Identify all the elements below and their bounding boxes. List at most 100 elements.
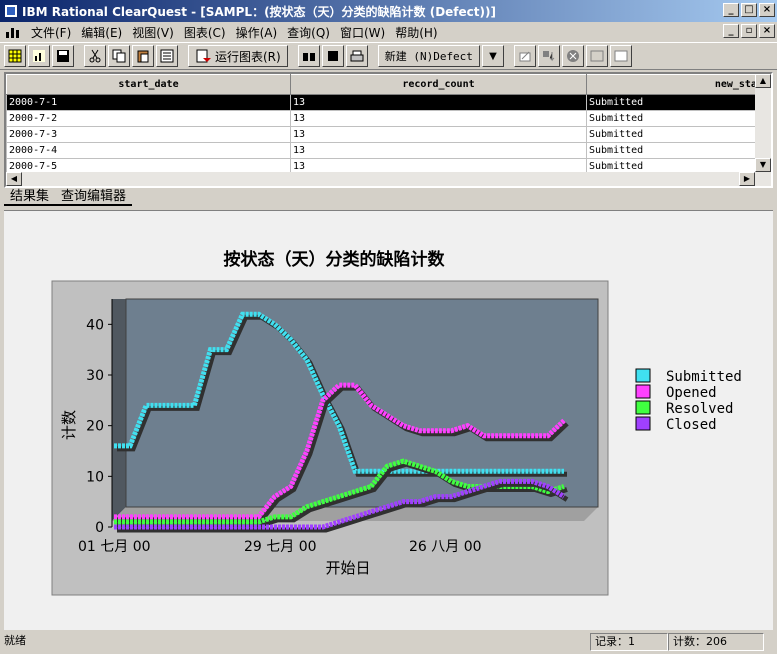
- scroll-left-icon[interactable]: ◀: [6, 172, 22, 186]
- table-row[interactable]: 2000-7-2 13 Submitted: [6, 110, 770, 127]
- window-title: IBM Rational ClearQuest - [SAMPL：(按状态（天）…: [22, 4, 496, 19]
- legend-label: Closed: [666, 417, 717, 433]
- cell-new-state: Submitted: [586, 126, 770, 143]
- paste-icon: [137, 50, 149, 63]
- scroll-down-icon[interactable]: ▼: [755, 158, 771, 172]
- open-button[interactable]: [28, 45, 50, 67]
- legend-label: Resolved: [666, 401, 733, 417]
- table-row[interactable]: 2000-7-1 13 Submitted: [6, 94, 770, 111]
- edit-icon: [519, 51, 531, 62]
- y-tick-label: 30: [86, 368, 104, 384]
- cell-start-date: 2000-7-3: [6, 126, 291, 143]
- close-button[interactable]: ×: [759, 3, 775, 17]
- new-query-button[interactable]: [4, 45, 26, 67]
- modify-button[interactable]: [513, 45, 536, 67]
- toolbar: 运行图表(R) 新建 (N)Defect ▼: [0, 42, 777, 70]
- scroll-right-icon[interactable]: ▶: [739, 172, 755, 186]
- y-tick-label: 10: [86, 469, 104, 485]
- table-row[interactable]: 2000-7-4 13 Submitted: [6, 142, 770, 159]
- legend-swatch: [635, 384, 651, 399]
- status-record: 记录：1: [590, 633, 668, 651]
- new-record-label: 新建 (N)Defect: [384, 50, 473, 63]
- y-tick-label: 0: [95, 520, 104, 536]
- cell-record-count: 13: [290, 142, 587, 159]
- cell-new-state: Submitted: [586, 94, 770, 111]
- menu-query[interactable]: 查询(Q): [282, 24, 335, 41]
- legend-label: Opened: [666, 385, 717, 401]
- copy-button[interactable]: [108, 45, 130, 67]
- x-axis-label: 开始日: [325, 559, 370, 577]
- table-row[interactable]: 2000-7-3 13 Submitted: [6, 126, 770, 143]
- result-table: start_date record_count new_state 2000-7…: [6, 74, 770, 175]
- floppy-icon: [57, 50, 69, 62]
- tab-bar: 结果集 查询编辑器: [4, 188, 133, 206]
- cut-button[interactable]: [84, 45, 106, 67]
- chart-title: 按状态（天）分类的缺陷计数: [224, 249, 446, 270]
- mdi-restore-button[interactable]: ▫: [741, 24, 757, 38]
- result-grid[interactable]: start_date record_count new_state 2000-7…: [4, 72, 773, 188]
- window-button[interactable]: [609, 45, 632, 67]
- col-header-start-date[interactable]: start_date: [6, 74, 291, 95]
- paste-button[interactable]: [132, 45, 154, 67]
- print-button[interactable]: [345, 45, 368, 67]
- horizontal-scrollbar[interactable]: ◀ ▶: [6, 172, 771, 186]
- menu-bar: 文件(F) 编辑(E) 视图(V) 图表(C) 操作(A) 查询(Q) 窗口(W…: [0, 22, 777, 42]
- mdi-close-button[interactable]: ×: [759, 24, 775, 38]
- app-icon: [5, 5, 17, 17]
- vertical-scrollbar[interactable]: ▲ ▼: [755, 74, 771, 172]
- new-record-dropdown[interactable]: ▼: [481, 45, 504, 67]
- run-chart-icon: [196, 49, 211, 63]
- menu-actions[interactable]: 操作(A): [231, 24, 283, 41]
- cell-start-date: 2000-7-2: [6, 110, 291, 127]
- x-tick-label: 01 七月 00: [78, 539, 151, 555]
- binoculars-icon: [302, 53, 315, 61]
- legend-swatch: [635, 416, 651, 431]
- y-axis-label: 计数: [60, 410, 78, 440]
- status-bar: 就绪 记录：1 计数：206: [0, 632, 777, 652]
- find-next-icon: [327, 51, 338, 61]
- maximize-button[interactable]: □: [741, 3, 757, 17]
- menu-view[interactable]: 视图(V): [127, 24, 179, 41]
- menu-file[interactable]: 文件(F): [26, 24, 76, 41]
- cell-record-count: 13: [290, 110, 587, 127]
- save-button[interactable]: [52, 45, 74, 67]
- y-tick-label: 20: [86, 419, 104, 435]
- col-header-new-state[interactable]: new_state: [586, 74, 770, 95]
- chart: 按状态（天）分类的缺陷计数 0 10 20 30 40 计数 01 七月 00 29 七月 00…: [51, 249, 742, 596]
- status-count: 计数：206: [668, 633, 764, 651]
- mdi-minimize-button[interactable]: _: [723, 24, 739, 38]
- legend-swatch: [635, 400, 651, 415]
- duplicate-button[interactable]: [585, 45, 608, 67]
- delete-button[interactable]: [561, 45, 584, 67]
- run-chart-button[interactable]: 运行图表(R): [188, 45, 288, 67]
- properties-button[interactable]: [156, 45, 178, 67]
- change-state-button[interactable]: [537, 45, 560, 67]
- grid-icon: [8, 49, 22, 63]
- copy-icon: [112, 49, 126, 63]
- chart-icon[interactable]: [4, 24, 22, 40]
- scroll-up-icon[interactable]: ▲: [755, 74, 771, 88]
- legend-label: Submitted: [666, 369, 742, 385]
- form-icon: [160, 49, 174, 63]
- new-record-button[interactable]: 新建 (N)Defect: [377, 45, 480, 67]
- find-button[interactable]: [297, 45, 320, 67]
- printer-icon: [350, 50, 364, 62]
- dropdown-arrow-icon: ▼: [489, 50, 497, 62]
- cell-new-state: Submitted: [586, 142, 770, 159]
- state-icon: [542, 51, 555, 62]
- menu-chart[interactable]: 图表(C): [179, 24, 231, 41]
- duplicate-icon: [590, 50, 604, 62]
- minimize-button[interactable]: _: [723, 3, 739, 17]
- delete-icon: [566, 50, 579, 62]
- window-icon: [614, 50, 628, 62]
- cell-record-count: 13: [290, 94, 587, 111]
- legend-swatch: [635, 368, 651, 383]
- menu-window[interactable]: 窗口(W): [335, 24, 390, 41]
- find-next-button[interactable]: [321, 45, 344, 67]
- col-header-record-count[interactable]: record_count: [290, 74, 587, 95]
- tab-result-set[interactable]: 结果集: [4, 188, 56, 206]
- menu-edit[interactable]: 编辑(E): [76, 24, 127, 41]
- tab-query-editor[interactable]: 查询编辑器: [55, 188, 133, 206]
- menu-help[interactable]: 帮助(H): [390, 24, 442, 41]
- run-chart-label: 运行图表(R): [215, 49, 281, 64]
